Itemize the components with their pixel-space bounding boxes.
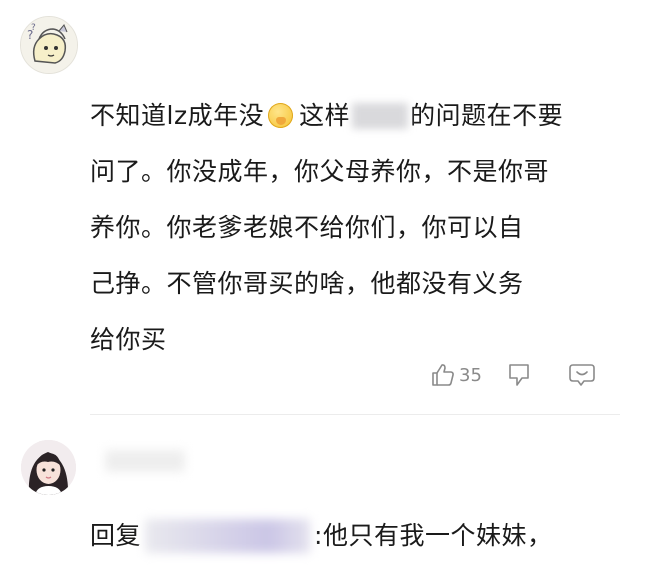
thumbs-up-icon [432,364,454,386]
girl-avatar-icon [21,440,76,495]
comment-bubble-icon [569,364,595,386]
svg-text:?: ? [31,23,36,33]
comment-line: 问了。你没成年，你父母养你，不是你哥 [90,157,550,186]
dislike-button[interactable] [506,362,532,388]
comment-line: 己挣。不管你哥买的啥，他都没有义务 [90,269,524,298]
reply-text: 回复 :他只有我一个妹妹， [90,516,552,556]
redacted-text [352,103,409,129]
smirk-emoji-icon [268,103,294,128]
comment-text-segment: 这样 [299,101,351,130]
redacted-mention [145,519,311,553]
reply-prefix: 回复 [90,521,142,550]
comment-actions: 35 [430,360,596,390]
thumbs-down-icon [509,364,529,386]
comment-text-segment: 的问题在不要 [410,101,564,130]
reply-content: :他只有我一个妹妹， [314,521,553,550]
user-avatar[interactable] [21,440,76,495]
redacted-username [105,450,185,472]
comment-line: 养你。你老爹老娘不给你们，你可以自 [90,213,524,242]
comment-body: 不知道lz成年没 这样 的问题在不要 问了。你没成年，你父母养你，不是你哥 养你。你… [90,88,630,368]
like-button[interactable]: 35 [430,362,482,388]
comment-text-segment: 不知道lz成年没 [90,101,265,130]
reply-button[interactable] [568,362,596,388]
divider [90,414,620,415]
like-count: 35 [459,364,482,386]
user-avatar[interactable]: ? ? [20,16,78,74]
cartoon-avatar-icon: ? ? [21,17,77,73]
comment-line: 不知道lz成年没 这样 的问题在不要 [90,88,630,144]
